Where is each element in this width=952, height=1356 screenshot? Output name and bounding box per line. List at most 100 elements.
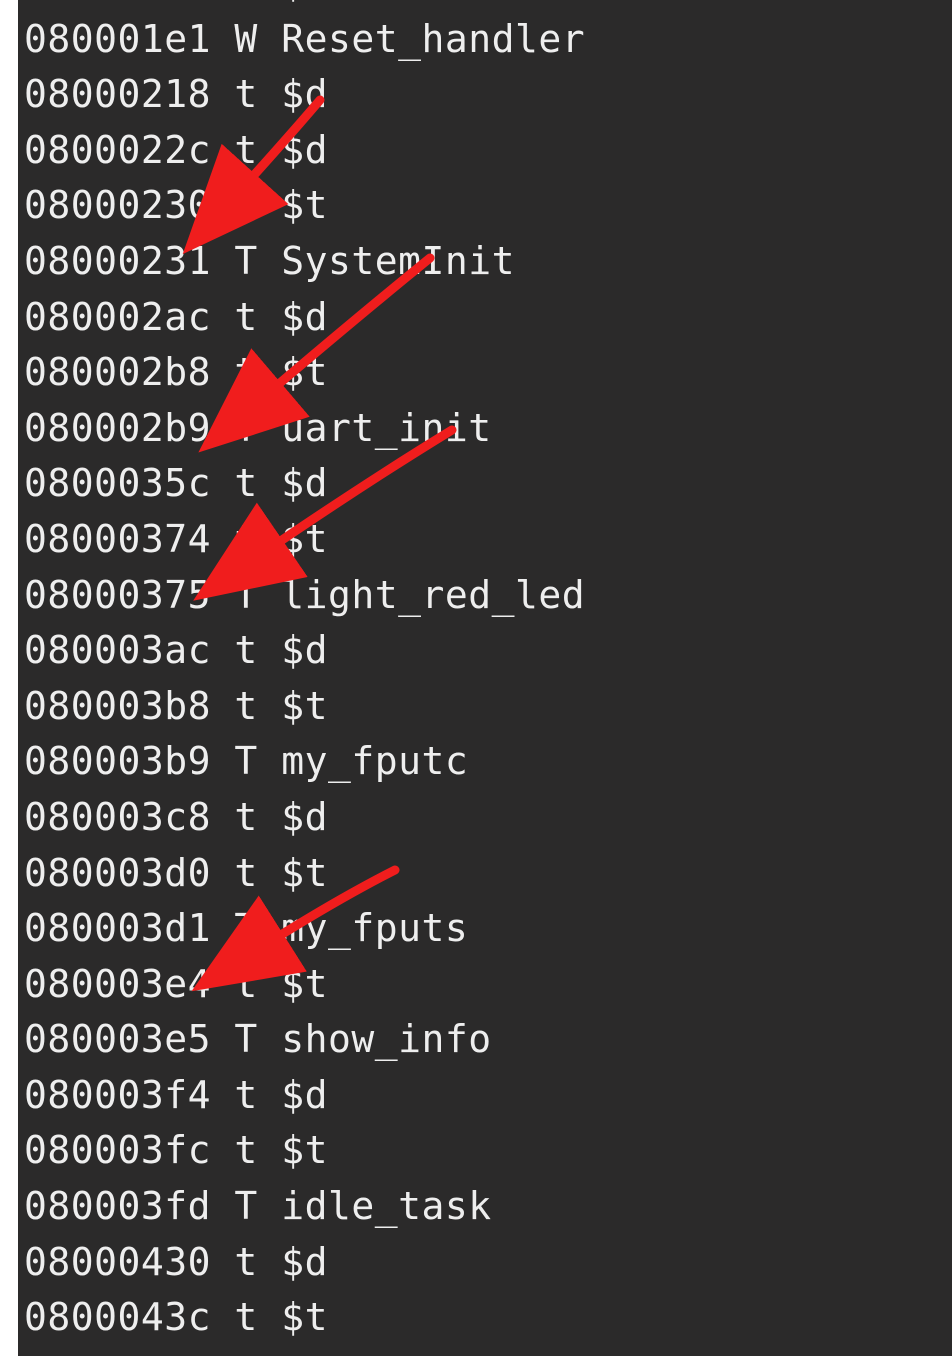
symbol-line: 080003e5 T show_info — [24, 1012, 952, 1068]
symbol-address: 08000230 — [24, 183, 211, 227]
symbol-name: $t — [281, 851, 328, 895]
symbol-type: T — [234, 406, 257, 450]
symbol-type: t — [234, 128, 257, 172]
symbol-name: $d — [281, 295, 328, 339]
symbol-name: $d — [281, 628, 328, 672]
symbol-address: 080003d0 — [24, 851, 211, 895]
symbol-address: 08000375 — [24, 573, 211, 617]
symbol-address: 080003c8 — [24, 795, 211, 839]
symbol-line: 080003b8 t $t — [24, 679, 952, 735]
symbol-line: 08000230 t $t — [24, 178, 952, 234]
symbol-line: 080003d0 t $t — [24, 846, 952, 902]
symbol-address: 0800043c — [24, 1295, 211, 1339]
symbol-type: t — [234, 295, 257, 339]
symbol-name: my_fputs — [281, 906, 468, 950]
symbol-line: 080002b8 t $t — [24, 345, 952, 401]
symbol-type: t — [234, 795, 257, 839]
symbol-address: 08000231 — [24, 239, 211, 283]
symbol-name: Reset_handler — [281, 17, 585, 61]
symbol-name: $t — [281, 1128, 328, 1172]
symbol-name: $d — [281, 1073, 328, 1117]
symbol-name: light_red_led — [281, 573, 585, 617]
symbol-name: $d — [281, 461, 328, 505]
symbol-name: uart_init — [281, 406, 491, 450]
symbol-address: 080003b9 — [24, 739, 211, 783]
symbol-type: W — [234, 17, 257, 61]
symbol-type: t — [234, 1073, 257, 1117]
symbol-address: 080003d1 — [24, 906, 211, 950]
symbol-line: 080003fc t $t — [24, 1123, 952, 1179]
symbol-line: 08000430 t $d — [24, 1235, 952, 1291]
symbol-line: 080002b9 T uart_init — [24, 401, 952, 457]
symbol-type: t — [234, 183, 257, 227]
symbol-type: t — [234, 1128, 257, 1172]
symbol-name: $t — [281, 1295, 328, 1339]
symbol-name: show_info — [281, 1017, 491, 1061]
symbol-type: T — [234, 239, 257, 283]
symbol-name: $d — [281, 128, 328, 172]
symbol-name: $d — [281, 72, 328, 116]
symbol-line: 0800035c t $d — [24, 456, 952, 512]
symbol-address: 080003e4 — [24, 962, 211, 1006]
symbol-address: 080003fc — [24, 1128, 211, 1172]
symbol-line: 080003ac t $d — [24, 623, 952, 679]
symbol-type: t — [234, 1240, 257, 1284]
symbol-name: SystemInit — [281, 239, 515, 283]
symbol-line: 080003f4 t $d — [24, 1068, 952, 1124]
symbol-name: $t — [281, 684, 328, 728]
symbol-type: T — [234, 573, 257, 617]
symbol-type: T — [234, 906, 257, 950]
symbol-line: 08000218 t $d — [24, 67, 952, 123]
symbol-type: t — [234, 0, 257, 5]
symbol-address: 080001e1 — [24, 17, 211, 61]
symbol-name: my_fputc — [281, 739, 468, 783]
symbol-line: 0800022c t $d — [24, 123, 952, 179]
symbol-line: 080003b9 T my_fputc — [24, 734, 952, 790]
symbol-line: 080001e1 W Reset_handler — [24, 12, 952, 68]
symbol-type: t — [234, 962, 257, 1006]
symbol-address: 080003f4 — [24, 1073, 211, 1117]
symbol-type: t — [234, 684, 257, 728]
symbol-type: t — [234, 517, 257, 561]
symbol-line: 08000231 T SystemInit — [24, 234, 952, 290]
symbol-address: 08000430 — [24, 1240, 211, 1284]
symbol-address: 08000374 — [24, 517, 211, 561]
symbol-line: 080001e0 t $t — [24, 0, 952, 12]
symbol-line: 080003fd T idle_task — [24, 1179, 952, 1235]
symbol-address: 080002b8 — [24, 350, 211, 394]
symbol-type: t — [234, 461, 257, 505]
symbol-name: $t — [281, 962, 328, 1006]
symbol-address: 080002b9 — [24, 406, 211, 450]
symbol-address: 0800035c — [24, 461, 211, 505]
symbol-line: 080002ac t $d — [24, 290, 952, 346]
symbol-name: $t — [281, 183, 328, 227]
symbol-type: t — [234, 851, 257, 895]
symbol-line: 0800043c t $t — [24, 1290, 952, 1346]
symbol-line: 080003c8 t $d — [24, 790, 952, 846]
symbol-address: 080002ac — [24, 295, 211, 339]
symbol-type: T — [234, 1184, 257, 1228]
symbol-line: 080003d1 T my_fputs — [24, 901, 952, 957]
symbol-name: $d — [281, 795, 328, 839]
symbol-address: 080001e0 — [24, 0, 211, 5]
symbol-name: idle_task — [281, 1184, 491, 1228]
symbol-line: 08000375 T light_red_led — [24, 568, 952, 624]
symbol-name: $d — [281, 1240, 328, 1284]
symbol-line: 080003e4 t $t — [24, 957, 952, 1013]
symbol-type: t — [234, 1295, 257, 1339]
symbol-name: $t — [281, 517, 328, 561]
symbol-name: $t — [281, 0, 328, 5]
symbol-address: 0800022c — [24, 128, 211, 172]
symbol-address: 080003ac — [24, 628, 211, 672]
symbol-type: t — [234, 628, 257, 672]
symbol-address: 080003e5 — [24, 1017, 211, 1061]
symbol-type: t — [234, 72, 257, 116]
symbol-line: 08000374 t $t — [24, 512, 952, 568]
symbol-type: T — [234, 1017, 257, 1061]
symbol-name: $t — [281, 350, 328, 394]
symbol-address: 080003fd — [24, 1184, 211, 1228]
terminal-output: 080001e0 t $t080001e1 W Reset_handler080… — [18, 0, 952, 1356]
symbol-address: 080003b8 — [24, 684, 211, 728]
symbol-address: 08000218 — [24, 72, 211, 116]
symbol-type: t — [234, 350, 257, 394]
